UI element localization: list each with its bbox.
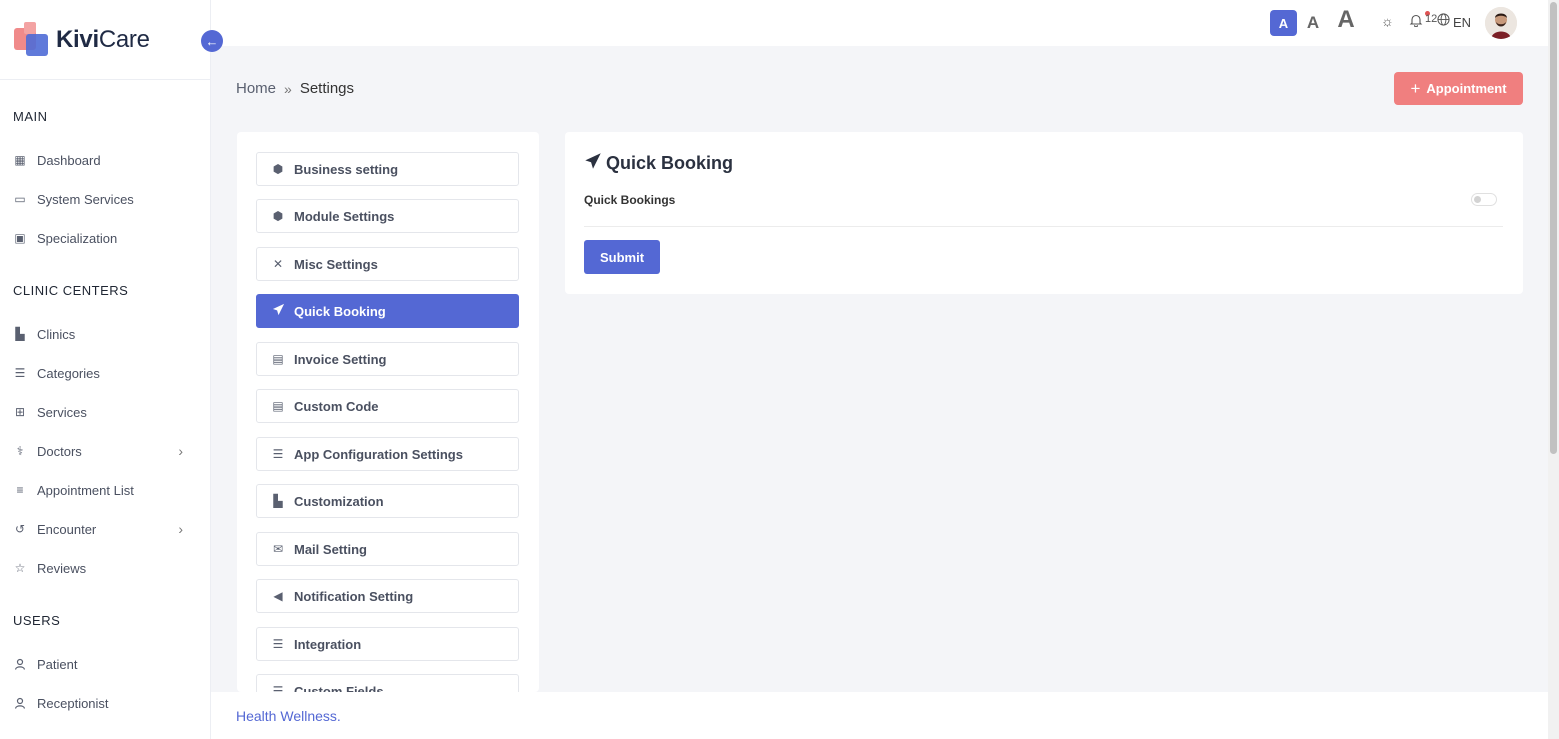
sliders-icon: ☰ [272, 447, 284, 461]
history-icon: ↺ [14, 522, 26, 536]
tools-icon: ✕ [272, 257, 284, 271]
nav-section-users: USERS [13, 613, 61, 628]
divider [584, 226, 1503, 227]
settings-menu-quick-booking[interactable]: Quick Booking [256, 294, 519, 328]
settings-menu-customization[interactable]: ▙ Customization [256, 484, 519, 518]
star-icon: ☆ [14, 561, 26, 575]
envelope-icon: ✉ [272, 542, 284, 556]
settings-menu-mail-setting[interactable]: ✉ Mail Setting [256, 532, 519, 566]
footer-text: Health Wellness. [236, 708, 341, 724]
topbar: A A A ☼ 12 EN [211, 0, 1548, 46]
settings-menu-custom-code[interactable]: ▤ Custom Code [256, 389, 519, 423]
sidebar-item-encounter[interactable]: ↺ Encounter › [13, 517, 193, 541]
sidebar-item-services[interactable]: ⊞ Services [13, 400, 193, 424]
grid-icon: ▦ [14, 153, 26, 167]
quick-booking-panel: Quick Booking Quick Bookings Submit [565, 132, 1523, 294]
plus-icon: + [1410, 78, 1421, 98]
avatar[interactable] [1485, 7, 1517, 39]
building-icon: ▙ [15, 327, 25, 341]
settings-menu-misc-settings[interactable]: ✕ Misc Settings [256, 247, 519, 281]
sidebar-item-appointment-list[interactable]: ≡ Appointment List [13, 478, 193, 502]
font-size-large-button[interactable]: A [1333, 6, 1359, 33]
monitor-icon: ▭ [14, 192, 26, 206]
sidebar-item-doctors[interactable]: ⚕ Doctors › [13, 439, 193, 463]
settings-menu-invoice-setting[interactable]: ▤ Invoice Setting [256, 342, 519, 376]
sidebar-item-categories[interactable]: ☰ Categories [13, 361, 193, 385]
sidebar-item-reviews[interactable]: ☆ Reviews [13, 556, 193, 580]
cube-icon: ⬢ [272, 209, 284, 223]
list-icon: ☰ [14, 366, 26, 380]
nav-section-clinic-centers: CLINIC CENTERS [13, 283, 129, 298]
settings-menu-business-setting[interactable]: ⬢ Business setting [256, 152, 519, 186]
font-size-medium-button[interactable]: A [1303, 10, 1323, 36]
sliders-icon: ☰ [272, 637, 284, 651]
paper-plane-icon [584, 152, 602, 175]
add-appointment-button[interactable]: + Appointment [1394, 72, 1523, 105]
nav-section-main: MAIN [13, 109, 48, 124]
sidebar-item-clinics[interactable]: ▙ Clinics [13, 322, 193, 346]
double-chevron-right-icon: » [284, 80, 292, 97]
chevron-right-icon: › [178, 521, 183, 537]
settings-menu-app-configuration[interactable]: ☰ App Configuration Settings [256, 437, 519, 471]
settings-menu-integration[interactable]: ☰ Integration [256, 627, 519, 661]
sun-icon[interactable]: ☼ [1381, 13, 1394, 29]
list-icon: ☰ [272, 684, 284, 692]
sliders-icon: ≡ [16, 483, 24, 497]
sidebar: KiviCare MAIN ▦ Dashboard ▭ System Service… [0, 0, 211, 739]
sidebar-item-receptionist[interactable]: Receptionist [13, 691, 193, 715]
settings-menu-custom-fields[interactable]: ☰ Custom Fields [256, 674, 519, 692]
quick-bookings-label: Quick Bookings [584, 193, 676, 207]
brand-name[interactable]: KiviCare [56, 26, 150, 54]
user-icon [13, 696, 27, 710]
quick-bookings-toggle[interactable] [1471, 193, 1497, 206]
submit-button[interactable]: Submit [584, 240, 660, 274]
page-title: Quick Booking [584, 152, 733, 175]
language-selector[interactable]: EN [1453, 15, 1471, 30]
sidebar-collapse-button[interactable]: ← [201, 30, 223, 52]
font-size-small-button[interactable]: A [1270, 10, 1297, 36]
breadcrumb-current: Settings [299, 80, 355, 97]
breadcrumb-home-link[interactable]: Home [236, 80, 276, 97]
cube-icon: ⬢ [272, 162, 284, 176]
sidebar-item-patient[interactable]: Patient [13, 652, 193, 676]
user-icon [13, 657, 27, 671]
globe-icon[interactable] [1437, 13, 1450, 29]
bell-icon[interactable] [1409, 13, 1423, 30]
palette-icon: ▙ [273, 494, 283, 508]
arrow-left-icon: ← [205, 33, 219, 49]
kivicare-logo-icon[interactable] [14, 22, 48, 56]
notification-count: 12 [1425, 13, 1438, 25]
sidebar-item-dashboard[interactable]: ▦ Dashboard [13, 148, 193, 172]
footer: Health Wellness. [211, 692, 1548, 739]
page-scrollbar[interactable] [1548, 0, 1559, 739]
settings-menu: ⬢ Business setting ⬢ Module Settings ✕ Misc… [237, 132, 539, 692]
chevron-right-icon: › [178, 443, 183, 459]
stethoscope-icon: ⚕ [16, 444, 24, 458]
brand: KiviCare [0, 0, 210, 80]
medical-bag-icon: ⊞ [14, 405, 26, 419]
sidebar-item-system-services[interactable]: ▭ System Services [13, 187, 193, 211]
file-code-icon: ▤ [272, 399, 284, 413]
sidebar-item-specialization[interactable]: ▣ Specialization [13, 226, 193, 250]
file-icon: ▤ [272, 352, 284, 366]
settings-menu-module-settings[interactable]: ⬢ Module Settings [256, 199, 519, 233]
specialization-icon: ▣ [14, 231, 26, 245]
settings-menu-notification-setting[interactable]: ◀ Notification Setting [256, 579, 519, 613]
paper-plane-icon [271, 303, 285, 319]
breadcrumb: Home » Settings [236, 80, 354, 97]
megaphone-icon: ◀ [273, 589, 283, 603]
